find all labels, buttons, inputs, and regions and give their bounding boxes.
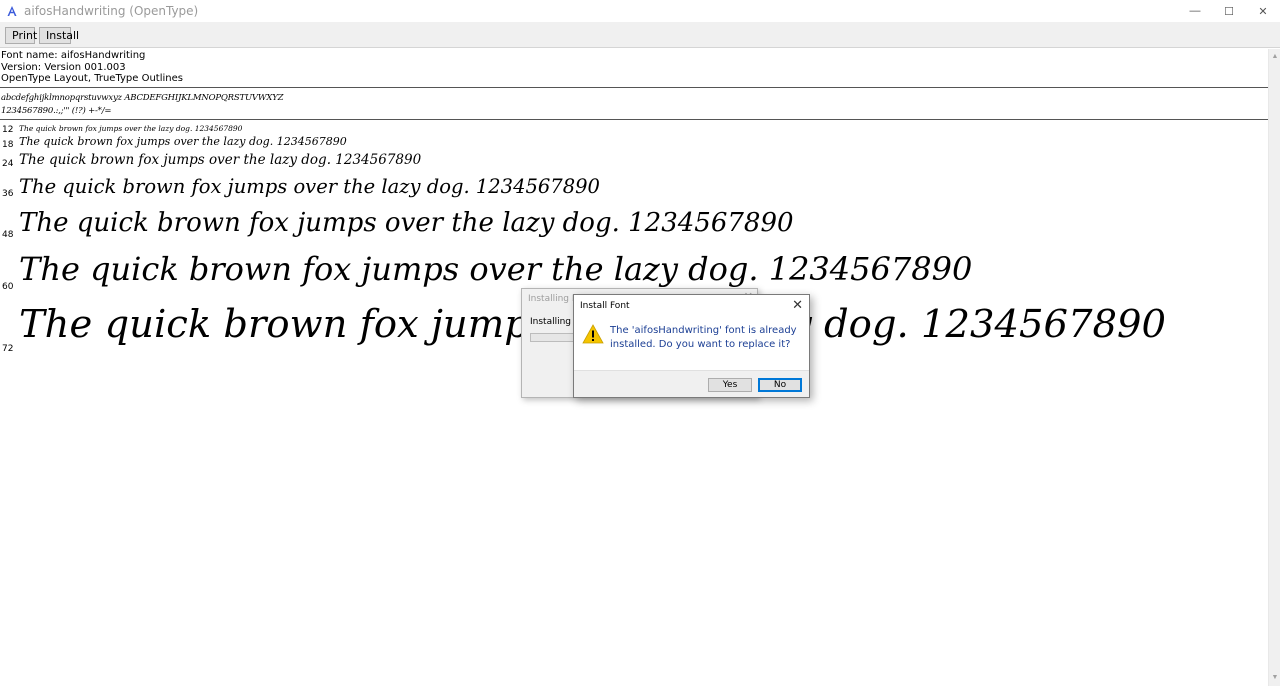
charset-digits-symbols: 1234567890.:,;'" (!?) +-*/= [1, 106, 112, 116]
size-label: 60 [2, 282, 14, 292]
size-label: 24 [2, 159, 14, 169]
font-info: Font name: aifosHandwriting Version: Ver… [1, 50, 183, 85]
size-label: 18 [2, 140, 14, 150]
window-controls: — ☐ ✕ [1178, 0, 1280, 22]
divider [0, 119, 1268, 120]
scroll-down-icon[interactable]: ▼ [1271, 674, 1279, 682]
sample-text: The quick brown fox jumps over the lazy … [19, 208, 794, 238]
size-label: 36 [2, 189, 14, 199]
vertical-scrollbar[interactable]: ▲ ▼ [1268, 49, 1280, 686]
install-font-dialog: Install Font ✕ The 'aifosHandwriting' fo… [573, 294, 810, 398]
scroll-up-icon[interactable]: ▲ [1271, 53, 1279, 61]
sample-text: The quick brown fox jumps over the lazy … [19, 124, 243, 133]
no-button[interactable]: No [758, 378, 802, 392]
size-label: 12 [2, 125, 14, 135]
maximize-button[interactable]: ☐ [1212, 0, 1246, 22]
font-name: Font name: aifosHandwriting [1, 50, 146, 61]
install-button[interactable]: Install [39, 27, 79, 44]
sample-text: The quick brown fox jumps over the lazy … [19, 175, 600, 198]
dialog-message: The 'aifosHandwriting' font is already i… [610, 325, 797, 350]
dialog-title: Install Font [580, 301, 630, 311]
charset-letters: abcdefghijklmnopqrstuvwxyz ABCDEFGHIJKLM… [1, 93, 284, 103]
divider [0, 87, 1268, 88]
yes-button[interactable]: Yes [708, 378, 752, 392]
dialog-footer: Yes No [574, 370, 809, 397]
toolbar: Print Install [0, 22, 1280, 48]
window-title: aifosHandwriting (OpenType) [24, 4, 199, 18]
sample-text: The quick brown fox jumps over the lazy … [19, 152, 422, 168]
sample-text: The quick brown fox jumps over the lazy … [19, 250, 973, 288]
print-button[interactable]: Print [5, 27, 37, 44]
size-label: 72 [2, 344, 14, 354]
sample-text: The quick brown fox jumps over the lazy … [19, 135, 347, 148]
minimize-button[interactable]: — [1178, 0, 1212, 22]
font-type: OpenType Layout, TrueType Outlines [1, 73, 183, 84]
font-version: Version: Version 001.003 [1, 61, 126, 73]
warning-icon [582, 324, 604, 344]
font-viewer-app-icon [5, 4, 19, 18]
close-window-button[interactable]: ✕ [1246, 0, 1280, 22]
size-label: 48 [2, 230, 14, 240]
close-icon[interactable]: ✕ [792, 297, 803, 313]
title-bar: aifosHandwriting (OpenType) — ☐ ✕ [0, 0, 1280, 22]
